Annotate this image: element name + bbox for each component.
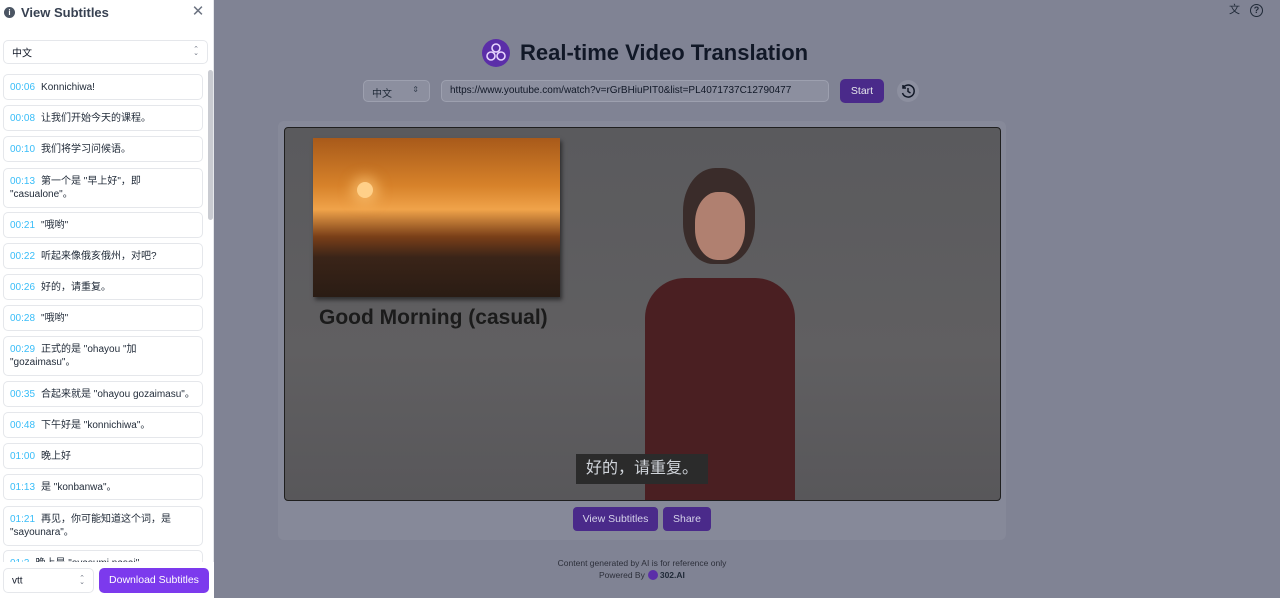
subtitles-panel: i View Subtitles ✕ 中文 ⌃ ⌄ 00:06 Konnichiwa… xyxy=(0,0,214,598)
sun-shape xyxy=(357,182,373,198)
panel-header: i View Subtitles ✕ xyxy=(0,0,214,26)
subtitle-item[interactable]: 00:26 好的，请重复。 xyxy=(3,274,203,300)
chevron-updown-icon: ⌃ ⌄ xyxy=(193,46,199,57)
scrollbar[interactable] xyxy=(208,70,213,220)
format-value: vtt xyxy=(12,575,23,586)
subtitle-text: 好的，请重复。 xyxy=(41,282,112,293)
subtitle-time[interactable]: 01:13 xyxy=(10,482,35,493)
subtitle-time[interactable]: 00:28 xyxy=(10,313,35,324)
subtitle-time[interactable]: 01:00 xyxy=(10,451,35,462)
subtitle-time[interactable]: 00:26 xyxy=(10,282,35,293)
sunset-image xyxy=(313,138,560,297)
format-select[interactable]: vtt ⌃ ⌄ xyxy=(3,568,94,593)
subtitle-text: Konnichiwa! xyxy=(41,82,95,93)
presenter-face xyxy=(695,192,745,260)
history-icon[interactable] xyxy=(897,80,919,102)
subtitle-text: 是 "konbanwa"。 xyxy=(41,482,117,493)
subtitle-item[interactable]: 01:21 再见，你可能知道这个词，是 "sayounara"。 xyxy=(3,506,203,546)
subtitle-time[interactable]: 00:29 xyxy=(10,344,35,355)
subtitle-text: 下午好是 "konnichiwa"。 xyxy=(41,420,151,431)
subtitle-item[interactable]: 00:22 听起来像俄亥俄州，对吧? xyxy=(3,243,203,269)
subtitle-item[interactable]: 00:13 第一个是 "早上好"，即 "casualone"。 xyxy=(3,168,203,208)
powered-by-label: Powered By xyxy=(599,570,645,580)
subtitle-item[interactable]: 00:29 正式的是 "ohayou "加 "gozaimasu"。 xyxy=(3,336,203,376)
subtitle-item[interactable]: 01:13 是 "konbanwa"。 xyxy=(3,474,203,500)
subtitle-text: "哦哟" xyxy=(41,313,69,324)
subtitle-time[interactable]: 00:06 xyxy=(10,82,35,93)
subtitle-item[interactable]: 00:21 "哦哟" xyxy=(3,212,203,238)
powered-by-brand[interactable]: 302.AI xyxy=(660,570,685,580)
chevron-updown-icon: ⇕ xyxy=(412,85,419,94)
subtitle-text: 我们将学习问候语。 xyxy=(41,144,132,155)
subtitle-text: "哦哟" xyxy=(41,220,69,231)
start-button[interactable]: Start xyxy=(840,79,884,103)
help-icon[interactable]: ? xyxy=(1250,4,1263,17)
video-player[interactable]: Good Morning (casual) 好的，请重复。 xyxy=(284,127,1001,501)
video-url-input[interactable]: https://www.youtube.com/watch?v=rGrBHiuP… xyxy=(441,80,829,102)
powered-by: Powered By 302.AI xyxy=(599,570,685,580)
subtitle-time[interactable]: 01:21 xyxy=(10,514,35,525)
slide-caption: Good Morning (casual) xyxy=(319,306,548,329)
page-title: Real-time Video Translation xyxy=(520,40,809,65)
share-button[interactable]: Share xyxy=(663,507,711,531)
subtitle-list[interactable]: 00:06 Konnichiwa! 00:08 让我们开始今天的课程。 00:10 我们将… xyxy=(3,74,207,565)
subtitle-time[interactable]: 00:48 xyxy=(10,420,35,431)
subtitle-time[interactable]: 00:21 xyxy=(10,220,35,231)
subtitle-language-value: 中文 xyxy=(12,48,32,60)
subtitle-time[interactable]: 00:08 xyxy=(10,113,35,124)
subtitle-language-select[interactable]: 中文 ⌃ ⌄ xyxy=(3,40,208,64)
video-subtitle: 好的，请重复。 xyxy=(576,454,709,484)
subtitle-item[interactable]: 01:00 晚上好 xyxy=(3,443,203,469)
view-subtitles-button[interactable]: View Subtitles xyxy=(573,507,658,531)
subtitle-text: 合起来就是 "ohayou gozaimasu"。 xyxy=(41,389,195,400)
close-icon[interactable]: ✕ xyxy=(191,4,205,19)
translate-icon[interactable]: 文 xyxy=(1228,4,1241,17)
subtitle-item[interactable]: 00:35 合起来就是 "ohayou gozaimasu"。 xyxy=(3,381,203,407)
subtitle-time[interactable]: 00:35 xyxy=(10,389,35,400)
subtitle-time[interactable]: 00:22 xyxy=(10,251,35,262)
subtitle-text: 让我们开始今天的课程。 xyxy=(41,113,152,124)
chevron-updown-icon: ⌃ ⌄ xyxy=(79,574,85,586)
subtitle-item[interactable]: 00:08 让我们开始今天的课程。 xyxy=(3,105,203,131)
info-icon: i xyxy=(4,7,15,18)
subtitle-item[interactable]: 00:48 下午好是 "konnichiwa"。 xyxy=(3,412,203,438)
subtitle-item[interactable]: 00:06 Konnichiwa! xyxy=(3,74,203,100)
app-logo xyxy=(482,39,510,67)
brand-logo-icon xyxy=(647,570,658,580)
subtitle-item[interactable]: 00:28 "哦哟" xyxy=(3,305,203,331)
language-select[interactable]: 中文 ⇕ xyxy=(363,80,430,102)
subtitle-text: 听起来像俄亥俄州，对吧? xyxy=(41,251,157,262)
subtitle-item[interactable]: 00:10 我们将学习问候语。 xyxy=(3,136,203,162)
panel-title: View Subtitles xyxy=(21,5,109,20)
subtitle-time[interactable]: 00:10 xyxy=(10,144,35,155)
language-select-value: 中文 xyxy=(372,89,392,100)
subtitle-time[interactable]: 00:13 xyxy=(10,176,35,187)
download-subtitles-button[interactable]: Download Subtitles xyxy=(99,568,209,593)
subtitle-text: 晚上好 xyxy=(41,451,72,462)
presenter-figure xyxy=(635,168,805,500)
